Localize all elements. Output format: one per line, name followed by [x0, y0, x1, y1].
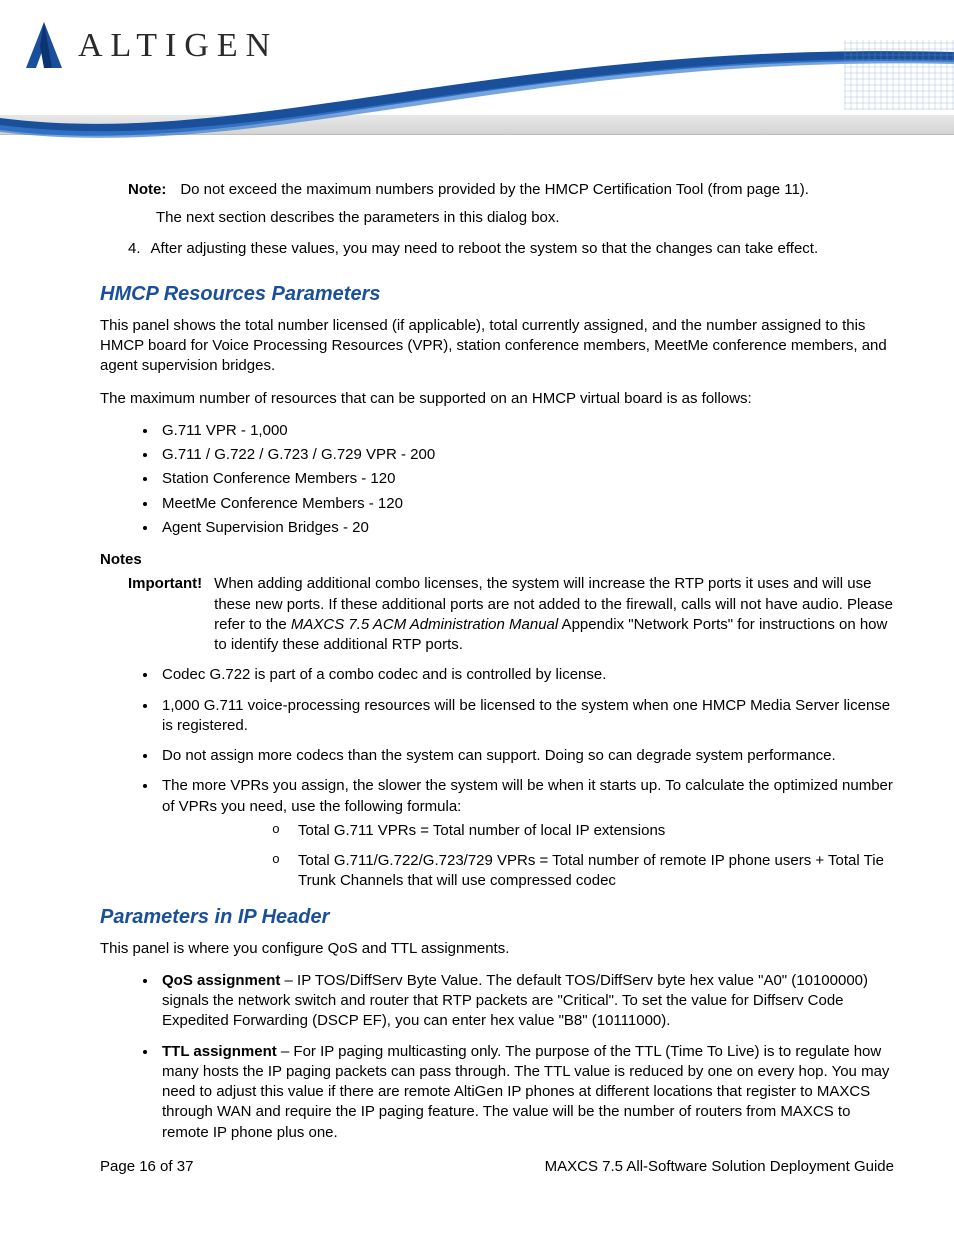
important-text: When adding additional combo licenses, t… — [214, 574, 894, 655]
notes-list: Codec G.722 is part of a combo codec and… — [158, 665, 894, 891]
note-text-1: Do not exceed the maximum numbers provid… — [180, 180, 809, 200]
list-item: G.711 VPR - 1,000 — [158, 421, 894, 441]
section2-p1: This panel is where you configure QoS an… — [100, 939, 894, 959]
list-item-text: The more VPRs you assign, the slower the… — [162, 777, 893, 814]
list-item: TTL assignment – For IP paging multicast… — [158, 1042, 894, 1143]
altigen-mark-icon — [22, 20, 66, 72]
note-text-2: The next section describes the parameter… — [156, 208, 894, 228]
ttl-label: TTL assignment — [162, 1043, 277, 1060]
section-heading-ipheader: Parameters in IP Header — [100, 904, 894, 931]
list-item: MeetMe Conference Members - 120 — [158, 494, 894, 514]
qos-label: QoS assignment — [162, 972, 280, 989]
brand-name: ALTIGEN — [78, 27, 278, 65]
resource-limits-list: G.711 VPR - 1,000 G.711 / G.722 / G.723 … — [158, 421, 894, 538]
important-manual-title: MAXCS 7.5 ACM Administration Manual — [291, 616, 558, 633]
note-label: Note: — [128, 180, 166, 200]
formula-item: Total G.711/G.722/G.723/729 VPRs = Total… — [272, 851, 894, 892]
page-content: Note: Do not exceed the maximum numbers … — [0, 140, 954, 1143]
note-block: Note: Do not exceed the maximum numbers … — [128, 180, 894, 200]
step-text: After adjusting these values, you may ne… — [151, 239, 819, 259]
list-item: Station Conference Members - 120 — [158, 469, 894, 489]
list-item: QoS assignment – IP TOS/DiffServ Byte Va… — [158, 971, 894, 1032]
list-item: G.711 / G.722 / G.723 / G.729 VPR - 200 — [158, 445, 894, 465]
formula-list: Total G.711 VPRs = Total number of local… — [272, 821, 894, 892]
ip-header-list: QoS assignment – IP TOS/DiffServ Byte Va… — [158, 971, 894, 1143]
step-4: 4. After adjusting these values, you may… — [128, 239, 894, 259]
important-note: Important! When adding additional combo … — [128, 574, 894, 655]
step-number: 4. — [128, 239, 141, 259]
header-grid-decoration — [844, 40, 954, 110]
document-title: MAXCS 7.5 All-Software Solution Deployme… — [545, 1158, 894, 1175]
section1-p1: This panel shows the total number licens… — [100, 316, 894, 377]
page-footer: Page 16 of 37 MAXCS 7.5 All-Software Sol… — [100, 1158, 894, 1175]
section-heading-hmcp: HMCP Resources Parameters — [100, 281, 894, 308]
list-item: 1,000 G.711 voice-processing resources w… — [158, 696, 894, 737]
page-number: Page 16 of 37 — [100, 1158, 193, 1175]
formula-item: Total G.711 VPRs = Total number of local… — [272, 821, 894, 841]
section1-p2: The maximum number of resources that can… — [100, 389, 894, 409]
important-label: Important! — [128, 574, 202, 655]
header-band — [0, 115, 954, 135]
notes-heading: Notes — [100, 550, 894, 570]
list-item: Codec G.722 is part of a combo codec and… — [158, 665, 894, 685]
page-header: ALTIGEN — [0, 0, 954, 140]
list-item: Do not assign more codecs than the syste… — [158, 746, 894, 766]
brand-logo: ALTIGEN — [22, 20, 278, 72]
list-item: Agent Supervision Bridges - 20 — [158, 518, 894, 538]
list-item: The more VPRs you assign, the slower the… — [158, 776, 894, 891]
